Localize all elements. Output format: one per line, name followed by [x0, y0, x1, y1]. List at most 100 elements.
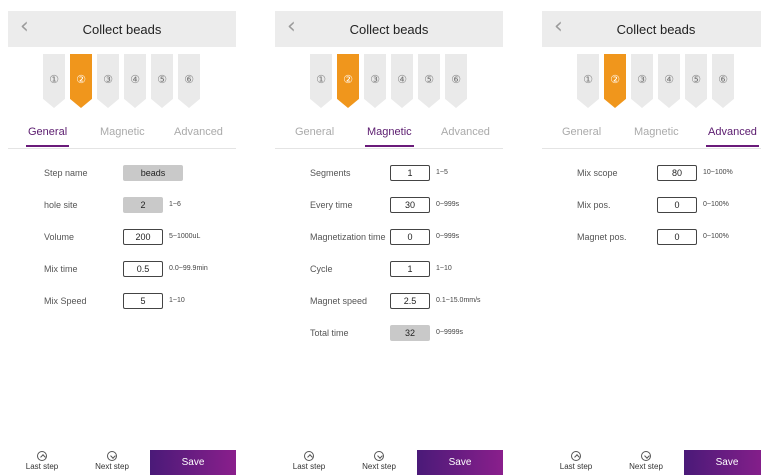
magnet-pos-label: Magnet pos.	[577, 232, 627, 242]
tab-advanced[interactable]: Advanced	[441, 126, 490, 138]
step-1-tab[interactable]: ①	[577, 54, 599, 108]
field-row-mix-speed: Mix Speed 5 1~10	[8, 293, 236, 311]
last-step-label: Last step	[559, 462, 593, 471]
tab-bar: General Magnetic Advanced	[275, 124, 503, 149]
field-row-magnetization-time: Magnetization time 0 0~999s	[275, 229, 503, 247]
field-row-magnet-speed: Magnet speed 2.5 0.1~15.0mm/s	[275, 293, 503, 311]
magnet-speed-label: Magnet speed	[310, 296, 368, 306]
step-4-tab[interactable]: ④	[391, 54, 413, 108]
step-3-tab[interactable]: ③	[631, 54, 653, 108]
total-time-range: 0~9999s	[436, 329, 464, 336]
step-3-tab[interactable]: ③	[97, 54, 119, 108]
field-row-step-name: Step name beads	[8, 165, 236, 183]
page-title: Collect beads	[82, 21, 162, 37]
step-number: ⑥	[184, 73, 194, 86]
segments-input[interactable]: 1	[390, 165, 430, 181]
step-2-tab[interactable]: ②	[337, 54, 359, 108]
segments-range: 1~5	[436, 169, 448, 176]
magnetization-time-range: 0~999s	[436, 233, 460, 240]
save-button[interactable]: Save	[150, 450, 236, 475]
chevron-up-icon	[304, 451, 314, 461]
step-6-tab[interactable]: ⑥	[712, 54, 734, 108]
header-bar: ‹ Collect beads	[275, 11, 503, 47]
tab-bar: General Magnetic Advanced	[8, 124, 236, 149]
field-row-magnet-pos: Magnet pos. 0 0~100%	[542, 229, 761, 247]
cycle-input[interactable]: 1	[390, 261, 430, 277]
step-2-tab[interactable]: ②	[604, 54, 626, 108]
step-number: ①	[49, 73, 59, 86]
step-selector: ① ② ③ ④ ⑤ ⑥	[577, 54, 734, 110]
mix-pos-label: Mix pos.	[577, 200, 611, 210]
mix-speed-input[interactable]: 5	[123, 293, 163, 309]
step-number: ⑥	[451, 73, 461, 86]
mix-scope-input[interactable]: 80	[657, 165, 697, 181]
save-button[interactable]: Save	[684, 450, 761, 475]
magnet-pos-range: 0~100%	[703, 233, 729, 240]
chevron-up-icon	[571, 451, 581, 461]
field-row-mix-time: Mix time 0.5 0.0~99.9min	[8, 261, 236, 279]
tab-general[interactable]: General	[25, 126, 70, 147]
step-5-tab[interactable]: ⑤	[418, 54, 440, 108]
step-3-tab[interactable]: ③	[364, 54, 386, 108]
total-time-label: Total time	[310, 328, 349, 338]
step-6-tab[interactable]: ⑥	[178, 54, 200, 108]
chevron-up-icon	[37, 451, 47, 461]
tab-advanced[interactable]: Advanced	[174, 126, 223, 138]
tab-magnetic[interactable]: Magnetic	[365, 126, 414, 147]
step-number: ⑥	[718, 73, 728, 86]
step-1-tab[interactable]: ①	[310, 54, 332, 108]
last-step-button[interactable]: Last step	[551, 451, 601, 471]
step-4-tab[interactable]: ④	[124, 54, 146, 108]
step-number: ④	[397, 73, 407, 86]
tab-general[interactable]: General	[295, 126, 334, 138]
mix-pos-input[interactable]: 0	[657, 197, 697, 213]
step-number: ②	[343, 73, 353, 86]
magnetization-time-input[interactable]: 0	[390, 229, 430, 245]
last-step-button[interactable]: Last step	[17, 451, 67, 471]
step-6-tab[interactable]: ⑥	[445, 54, 467, 108]
step-number: ⑤	[691, 73, 701, 86]
settings-panel: ‹ Collect beads ① ② ③ ④ ⑤ ⑥ General Magnetic Advan…	[542, 0, 761, 475]
hole-site-range: 1~6	[169, 201, 181, 208]
every-time-input[interactable]: 30	[390, 197, 430, 213]
step-2-tab[interactable]: ②	[70, 54, 92, 108]
back-arrow-icon[interactable]: ‹	[554, 14, 563, 39]
step-1-tab[interactable]: ①	[43, 54, 65, 108]
header-bar: ‹ Collect beads	[8, 11, 236, 47]
step-number: ③	[370, 73, 380, 86]
magnet-pos-input[interactable]: 0	[657, 229, 697, 245]
step-5-tab[interactable]: ⑤	[151, 54, 173, 108]
hole-site-input: 2	[123, 197, 163, 213]
tab-magnetic[interactable]: Magnetic	[100, 126, 145, 138]
step-number: ④	[664, 73, 674, 86]
step-selector: ① ② ③ ④ ⑤ ⑥	[43, 54, 200, 110]
save-button[interactable]: Save	[417, 450, 503, 475]
tab-advanced[interactable]: Advanced	[706, 126, 759, 147]
field-row-every-time: Every time 30 0~999s	[275, 197, 503, 215]
last-step-button[interactable]: Last step	[284, 451, 334, 471]
next-step-button[interactable]: Next step	[354, 451, 404, 471]
total-time-input: 32	[390, 325, 430, 341]
step-5-tab[interactable]: ⑤	[685, 54, 707, 108]
magnet-speed-input[interactable]: 2.5	[390, 293, 430, 309]
back-arrow-icon[interactable]: ‹	[287, 14, 296, 39]
magnetization-time-label: Magnetization time	[310, 232, 386, 242]
back-arrow-icon[interactable]: ‹	[20, 14, 29, 39]
step-number: ②	[76, 73, 86, 86]
next-step-button[interactable]: Next step	[621, 451, 671, 471]
cycle-label: Cycle	[310, 264, 333, 274]
chevron-down-icon	[641, 451, 651, 461]
page-title: Collect beads	[616, 21, 696, 37]
footer-bar: Last step Next step Save	[275, 448, 503, 475]
chevron-down-icon	[374, 451, 384, 461]
step-name-input: beads	[123, 165, 183, 181]
next-step-button[interactable]: Next step	[87, 451, 137, 471]
volume-input[interactable]: 200	[123, 229, 163, 245]
tab-general[interactable]: General	[562, 126, 601, 138]
tab-magnetic[interactable]: Magnetic	[634, 126, 679, 138]
mix-speed-range: 1~10	[169, 297, 185, 304]
step-4-tab[interactable]: ④	[658, 54, 680, 108]
every-time-label: Every time	[310, 200, 353, 210]
step-number: ①	[316, 73, 326, 86]
mix-time-input[interactable]: 0.5	[123, 261, 163, 277]
